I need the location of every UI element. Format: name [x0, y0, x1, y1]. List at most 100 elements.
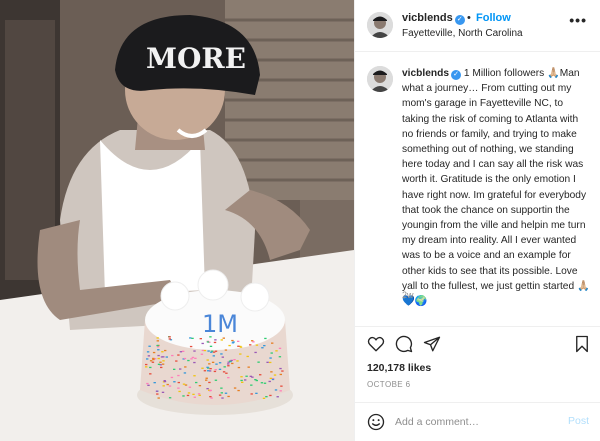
cake-sprinkle — [227, 363, 230, 365]
cake-sprinkle — [182, 395, 185, 397]
caption-area: vicblends ✓ 1 Million followers 🙏🏼Man wha… — [355, 52, 600, 320]
cake-sprinkle — [188, 386, 192, 388]
cake-sprinkle — [182, 350, 185, 352]
separator: • — [467, 12, 471, 24]
heart-icon[interactable] — [367, 335, 385, 353]
action-bar — [355, 326, 600, 356]
cake-sprinkle — [157, 349, 160, 351]
cake-sprinkle — [237, 366, 241, 369]
cake-sprinkle — [171, 354, 174, 357]
cake-sprinkle — [212, 351, 216, 353]
cake-sprinkle — [156, 393, 159, 395]
cake-sprinkle — [210, 397, 213, 399]
cake-sprinkle — [209, 396, 212, 398]
location-link[interactable]: Fayetteville, North Carolina — [402, 28, 523, 39]
cake-sprinkle — [227, 377, 230, 379]
cake-sprinkle — [205, 379, 208, 381]
cake-sprinkle — [166, 383, 169, 386]
avatar[interactable] — [367, 12, 393, 38]
cake-sprinkle — [191, 337, 194, 339]
header-username[interactable]: vicblends ✓ — [402, 12, 465, 25]
cake-sprinkle — [164, 349, 167, 352]
cake-sprinkle — [193, 375, 196, 377]
cake-sprinkle — [156, 346, 160, 348]
caption-username[interactable]: vicblends — [402, 68, 449, 79]
cake-sprinkle — [280, 385, 283, 387]
cake-sprinkle — [279, 390, 282, 392]
cake-sprinkle — [208, 363, 211, 365]
cake-sprinkle — [231, 339, 234, 342]
cake-sprinkle — [221, 397, 224, 399]
cake-sprinkle — [220, 339, 223, 341]
cake-sprinkle — [187, 359, 190, 362]
cake-sprinkle — [249, 375, 252, 377]
cake-sprinkle — [212, 355, 215, 357]
cake-sprinkle — [178, 390, 181, 393]
cake-sprinkle — [213, 370, 217, 373]
cake-sprinkle — [254, 351, 257, 354]
cake-sprinkle — [233, 387, 237, 389]
cake-sprinkle — [199, 338, 202, 340]
cake-sprinkle — [233, 359, 236, 361]
cake-sprinkle — [157, 354, 160, 357]
cake-sprinkle — [208, 381, 211, 384]
cake-sprinkle — [239, 353, 242, 355]
cake-sprinkle — [269, 361, 272, 364]
cake-sprinkle — [147, 355, 151, 357]
cake-sprinkle — [220, 392, 223, 394]
cake-sprinkle — [259, 374, 262, 376]
cake-sprinkle — [206, 359, 209, 361]
cake-sprinkle — [168, 385, 172, 387]
cake-sprinkle — [193, 361, 196, 364]
cake-sprinkle — [146, 382, 149, 385]
cake-sprinkle — [269, 377, 273, 379]
cake-sprinkle — [214, 379, 218, 381]
cake-sprinkle — [279, 367, 282, 370]
cake-sprinkle — [275, 350, 278, 352]
cake-sprinkle — [263, 382, 267, 384]
cake-sprinkle — [161, 363, 165, 365]
post-comment-button[interactable]: Post — [568, 415, 589, 427]
cake-sprinkle — [227, 395, 230, 398]
cake-sprinkle — [168, 397, 172, 399]
cake-sprinkle — [156, 337, 159, 339]
cake-sprinkle — [183, 372, 187, 374]
cake-sprinkle — [209, 389, 212, 391]
caption-avatar[interactable] — [367, 66, 393, 92]
comment-bubble-icon[interactable] — [395, 335, 413, 353]
photo-illustration: MORE 1M — [0, 0, 354, 441]
cake-sprinkle — [203, 370, 207, 372]
cake-sprinkle — [173, 381, 176, 383]
cake-sprinkle — [225, 372, 228, 374]
bookmark-icon[interactable] — [573, 335, 591, 353]
cake-sprinkle — [160, 356, 164, 358]
comment-input[interactable] — [395, 412, 555, 432]
paper-plane-icon[interactable] — [423, 335, 441, 353]
cake-sprinkle — [218, 368, 222, 370]
cake-sprinkle — [147, 384, 150, 386]
likes-count[interactable]: 120,178 likes — [367, 362, 431, 374]
cake-sprinkle — [250, 384, 253, 386]
follow-button[interactable]: Follow — [476, 12, 511, 24]
post-date: OCTOBE 6 — [367, 380, 411, 389]
cake-sprinkle — [211, 361, 215, 363]
cake-sprinkle — [237, 340, 240, 342]
cake-sprinkle — [177, 387, 180, 389]
cake-sprinkle — [255, 344, 259, 346]
cake-sprinkle — [203, 349, 207, 352]
cake-sprinkle — [241, 381, 244, 383]
cake-sprinkle — [271, 342, 274, 344]
cake-sprinkle — [269, 357, 272, 359]
smiley-icon[interactable] — [367, 413, 385, 431]
more-options-icon[interactable]: ••• — [569, 12, 587, 28]
cake-sprinkle — [177, 374, 180, 377]
cake-sprinkle — [210, 351, 213, 353]
caption-verified-badge-icon: ✓ — [451, 70, 461, 80]
post-photo[interactable]: MORE 1M — [0, 0, 354, 441]
verified-badge-icon: ✓ — [454, 15, 465, 25]
cake-sprinkle — [162, 385, 165, 387]
header-username-text[interactable]: vicblends — [402, 12, 453, 24]
cake-sprinkle — [260, 382, 264, 384]
cake-sprinkle — [157, 357, 160, 360]
cake-sprinkle — [220, 387, 223, 389]
